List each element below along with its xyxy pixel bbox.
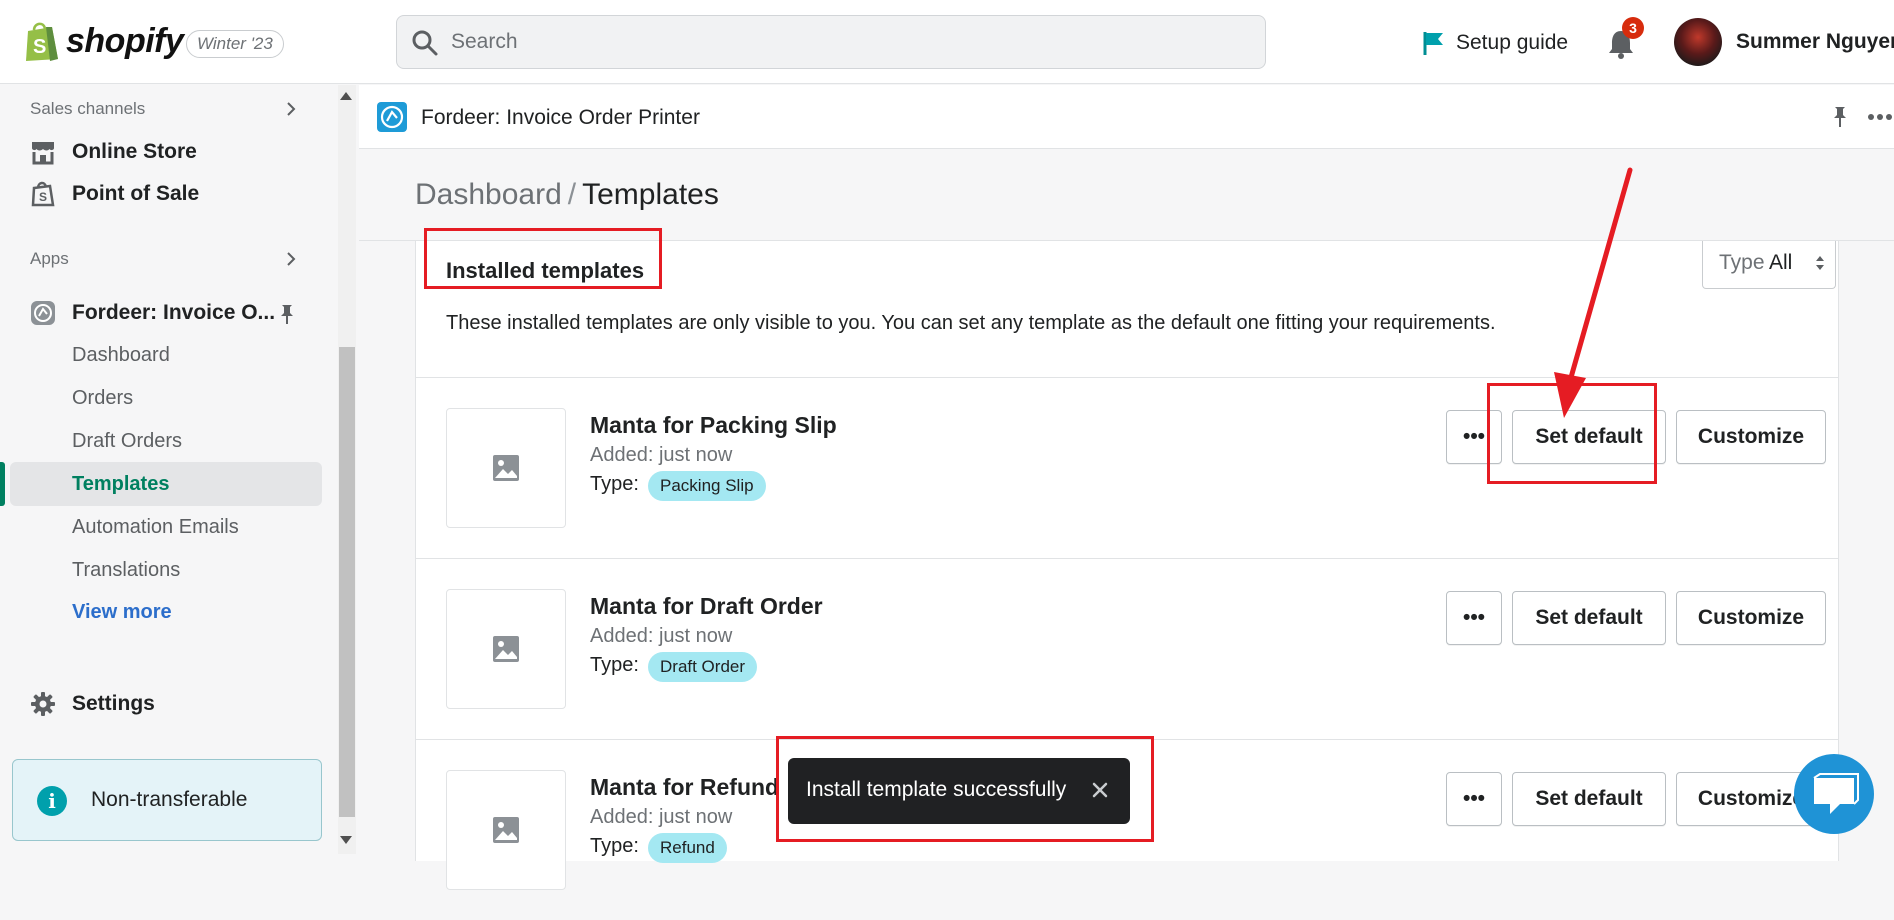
store-icon xyxy=(32,142,54,165)
sidebar-view-more-link[interactable]: View more xyxy=(72,601,172,624)
sidebar-item-orders[interactable]: Orders xyxy=(72,387,133,410)
online-store-label: Online Store xyxy=(72,140,197,163)
type-filter-value: All xyxy=(1769,251,1793,274)
flag-icon xyxy=(1423,32,1443,55)
scroll-up-arrow-icon[interactable] xyxy=(340,92,352,100)
type-filter-select[interactable]: Type All xyxy=(1702,241,1836,289)
non-transferable-label: Non-transferable xyxy=(91,788,248,811)
app-title: Fordeer: Invoice Order Printer xyxy=(421,106,700,129)
info-icon: i xyxy=(37,786,67,816)
sidebar-item-online-store[interactable]: Online Store xyxy=(30,136,197,168)
avatar[interactable] xyxy=(1674,18,1722,66)
app-header: Fordeer: Invoice Order Printer xyxy=(359,85,1894,149)
svg-text:S: S xyxy=(33,36,46,58)
chevron-right-icon[interactable] xyxy=(284,102,298,116)
template-type-badge: Draft Order xyxy=(648,652,758,682)
gear-icon xyxy=(31,692,55,716)
search-icon xyxy=(412,30,438,56)
select-caret-icon xyxy=(1816,256,1824,270)
sidebar-item-draft-orders[interactable]: Draft Orders xyxy=(72,430,182,453)
scroll-down-arrow-icon[interactable] xyxy=(340,836,352,844)
annotation-arrow-icon xyxy=(1554,167,1633,418)
sidebar-item-settings[interactable]: Settings xyxy=(30,688,155,720)
more-actions-button[interactable]: ••• xyxy=(1446,772,1502,826)
annotation-box-toast xyxy=(776,736,1154,842)
breadcrumb: Dashboard / Templates xyxy=(415,178,719,212)
settings-label: Settings xyxy=(72,692,155,715)
template-type-badge: Refund xyxy=(648,833,727,863)
template-thumbnail xyxy=(446,589,566,709)
fordeer-app-label: Fordeer: Invoice O... xyxy=(72,301,276,324)
pin-icon[interactable] xyxy=(278,303,296,325)
sidebar-item-translations[interactable]: Translations xyxy=(72,559,180,582)
card-description: These installed templates are only visib… xyxy=(446,312,1496,334)
fordeer-app-icon xyxy=(31,301,55,325)
breadcrumb-separator: / xyxy=(567,178,577,211)
point-of-sale-label: Point of Sale xyxy=(72,182,200,205)
template-added-date: Added: just now xyxy=(590,806,733,828)
template-name[interactable]: Manta for Packing Slip xyxy=(590,412,837,439)
set-default-button[interactable]: Set default xyxy=(1512,772,1666,826)
image-placeholder-icon xyxy=(493,636,519,662)
shopify-bag-icon[interactable]: S xyxy=(22,21,62,63)
fordeer-logo-icon xyxy=(377,102,407,132)
template-row: Manta for Draft Order Added: just now Ty… xyxy=(416,559,1838,739)
fordeer-logo-glyph xyxy=(380,105,404,129)
shopify-wordmark[interactable]: shopify xyxy=(66,22,184,61)
search-input[interactable] xyxy=(451,16,1231,68)
sales-channels-heading[interactable]: Sales channels xyxy=(30,99,145,119)
template-type-badge: Packing Slip xyxy=(648,471,766,501)
sidebar-scrollbar-thumb[interactable] xyxy=(339,347,355,817)
breadcrumb-current: Templates xyxy=(582,178,719,211)
setup-guide-label: Setup guide xyxy=(1456,31,1569,54)
sidebar-item-point-of-sale[interactable]: S Point of Sale xyxy=(30,178,199,210)
sidebar-item-templates[interactable]: Templates xyxy=(72,473,169,496)
sidebar-item-dashboard[interactable]: Dashboard xyxy=(72,344,170,367)
chat-button[interactable] xyxy=(1794,754,1874,834)
template-type-label: Type: xyxy=(590,654,639,676)
chat-bubble-icon xyxy=(1813,773,1859,814)
chevron-right-icon[interactable] xyxy=(284,252,298,266)
user-name[interactable]: Summer Nguyen xyxy=(1736,30,1894,54)
template-thumbnail xyxy=(446,770,566,890)
svg-text:S: S xyxy=(39,190,47,204)
image-placeholder-icon xyxy=(493,455,519,481)
template-thumbnail xyxy=(446,408,566,528)
customize-button[interactable]: Customize xyxy=(1676,591,1826,645)
more-actions-button[interactable]: ••• xyxy=(1446,591,1502,645)
set-default-button[interactable]: Set default xyxy=(1512,591,1666,645)
annotation-box-installed-templates xyxy=(424,228,662,289)
template-type-label: Type: xyxy=(590,835,639,857)
sidebar-item-fordeer-app[interactable]: Fordeer: Invoice O... xyxy=(30,297,275,329)
sidebar: Sales channels Online Store S Point of S… xyxy=(0,85,336,854)
pos-bag-icon: S xyxy=(31,181,55,207)
template-name[interactable]: Manta for Draft Order xyxy=(590,593,823,620)
pin-icon[interactable] xyxy=(1829,105,1851,129)
notification-count-badge: 3 xyxy=(1622,17,1644,39)
image-placeholder-icon xyxy=(493,817,519,843)
type-filter-label: Type xyxy=(1719,251,1765,274)
template-name[interactable]: Manta for Refund xyxy=(590,774,779,801)
setup-guide-button[interactable]: Setup guide xyxy=(1422,26,1568,60)
template-type-label: Type: xyxy=(590,473,639,495)
more-actions-icon[interactable] xyxy=(1867,105,1893,129)
template-added-date: Added: just now xyxy=(590,625,733,647)
non-transferable-banner[interactable]: i Non-transferable xyxy=(12,759,322,841)
breadcrumb-dashboard-link[interactable]: Dashboard xyxy=(415,178,562,211)
apps-heading[interactable]: Apps xyxy=(30,249,69,269)
search-bar[interactable] xyxy=(396,15,1266,69)
version-badge: Winter '23 xyxy=(186,30,284,58)
template-added-date: Added: just now xyxy=(590,444,733,466)
active-item-indicator xyxy=(0,462,5,506)
customize-button[interactable]: Customize xyxy=(1676,410,1826,464)
sidebar-item-automation-emails[interactable]: Automation Emails xyxy=(72,516,239,539)
top-bar: S shopify Winter '23 Setup guide 3 Summe… xyxy=(0,0,1894,84)
